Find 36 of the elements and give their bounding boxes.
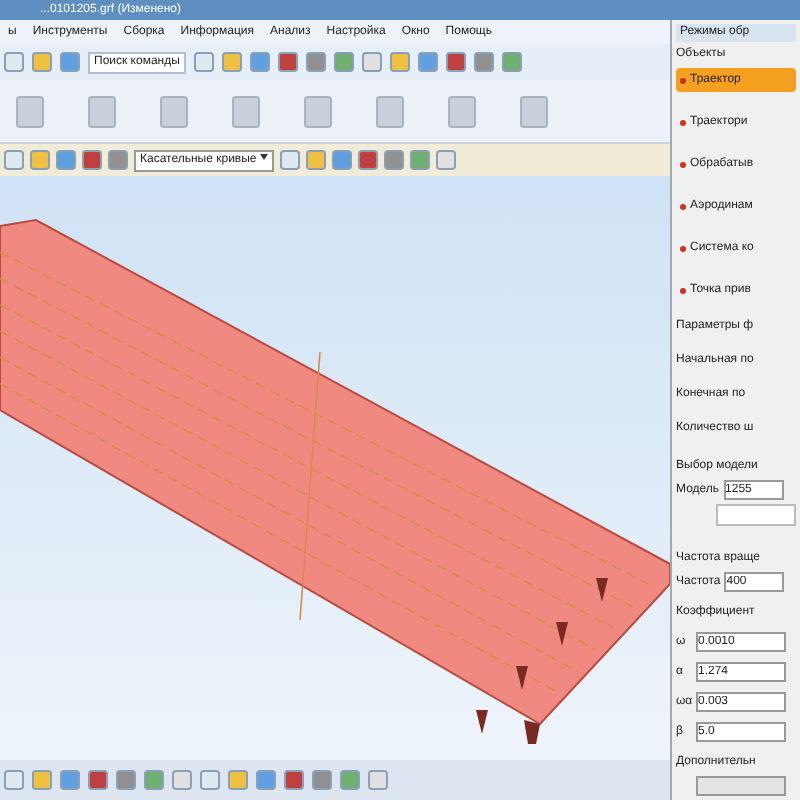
caret-icon: [260, 154, 269, 161]
bullet-icon: [680, 203, 686, 209]
tool-icon[interactable]: [389, 52, 410, 72]
ribbon-tool-icon[interactable]: [88, 95, 116, 127]
tool-icon[interactable]: [361, 52, 382, 72]
tool-icon[interactable]: [358, 150, 379, 170]
ribbon-tool-icon[interactable]: [304, 95, 332, 127]
blank-field[interactable]: [716, 504, 796, 527]
ribbon-tool-icon[interactable]: [520, 95, 548, 127]
ribbon-tool-icon[interactable]: [448, 95, 476, 127]
tool-icon[interactable]: [193, 52, 214, 72]
tool-icon[interactable]: [333, 52, 354, 72]
tool-icon[interactable]: [249, 52, 270, 72]
ribbon-tool-icon[interactable]: [232, 95, 260, 127]
tool-icon[interactable]: [332, 150, 353, 170]
ribbon-tool-icon[interactable]: [376, 95, 404, 127]
tool-icon[interactable]: [280, 150, 301, 170]
tool-icon[interactable]: [445, 52, 466, 72]
ribbon-tool-icon[interactable]: [160, 95, 188, 127]
panel-button[interactable]: [696, 776, 786, 796]
ribbon-tool-icon[interactable]: [16, 95, 44, 127]
tool-icon[interactable]: [473, 52, 494, 72]
tool-icon[interactable]: [501, 52, 522, 72]
tool-icon[interactable]: [221, 52, 242, 72]
tool-icon[interactable]: [436, 150, 457, 170]
bullet-icon: [680, 77, 686, 83]
tool-icon[interactable]: [410, 150, 431, 170]
tool-icon[interactable]: [306, 150, 327, 170]
bullet-icon: [680, 245, 686, 251]
tool-icon[interactable]: [384, 150, 405, 170]
bullet-icon: [680, 119, 686, 125]
bullet-icon: [680, 287, 686, 293]
bullet-icon: [680, 161, 686, 167]
tool-icon[interactable]: [277, 52, 298, 72]
tool-icon[interactable]: [417, 52, 438, 72]
tool-icon[interactable]: [305, 52, 326, 72]
